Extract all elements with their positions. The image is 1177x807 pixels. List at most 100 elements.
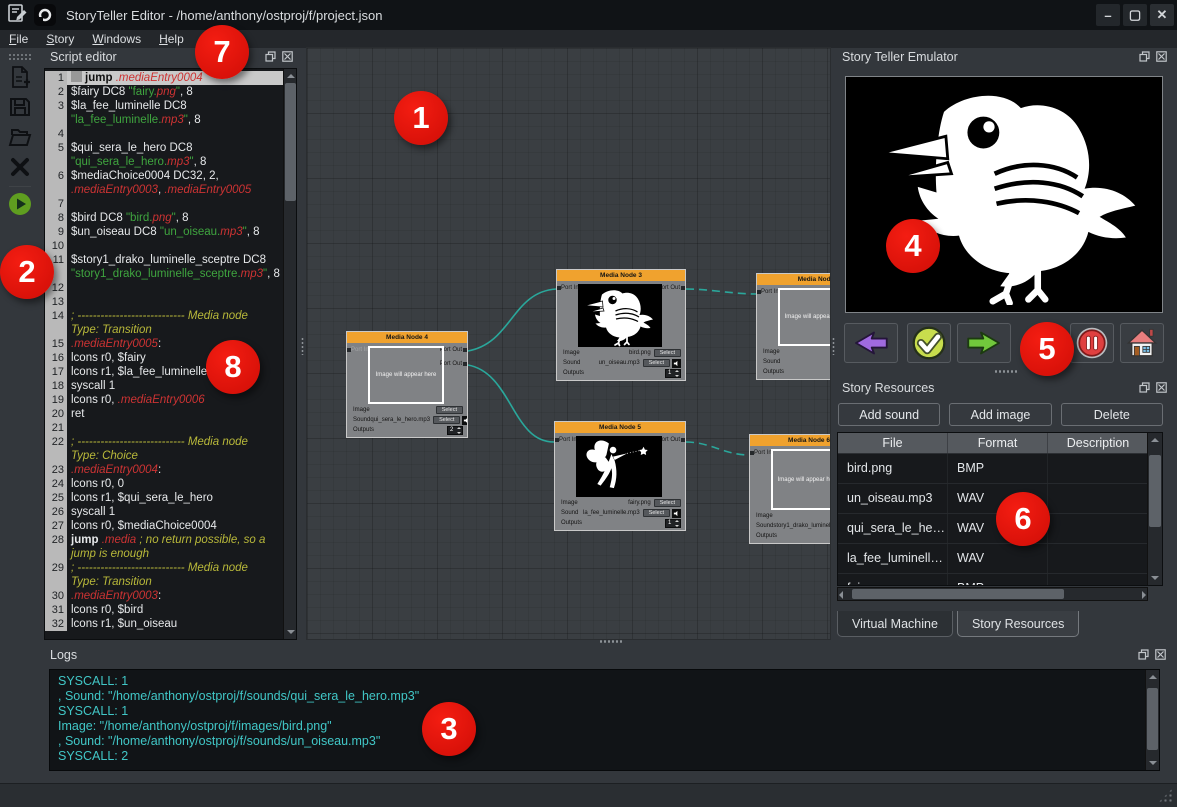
pause-button[interactable] <box>1070 323 1114 363</box>
scroll-thumb[interactable] <box>285 83 296 201</box>
save-icon[interactable] <box>7 94 33 120</box>
scroll-up-icon[interactable] <box>285 70 296 82</box>
code-line[interactable]: 8$bird DC8 "bird.png", 8 <box>45 211 283 225</box>
select-button[interactable]: Select <box>643 509 670 517</box>
media-node[interactable]: Media NodePort InPort OutImage will appe… <box>756 273 831 380</box>
code-line[interactable]: 7 <box>45 197 283 211</box>
code-line[interactable]: 22; ---------------------------- Media n… <box>45 435 283 463</box>
column-header-format[interactable]: Format <box>948 433 1048 453</box>
float-panel-icon[interactable] <box>1138 50 1151 63</box>
splitter-handle[interactable] <box>300 337 305 355</box>
media-node[interactable]: Media Node 4Port InPort OutPort OutImage… <box>346 331 468 438</box>
code-line[interactable]: 4 <box>45 127 283 141</box>
scroll-thumb[interactable] <box>852 589 1064 599</box>
port-in-dot[interactable] <box>750 451 754 455</box>
scroll-up-icon[interactable] <box>1149 434 1160 446</box>
scroll-down-icon[interactable] <box>285 626 296 638</box>
code-line[interactable]: 3$la_fee_luminelle DC8 "la_fee_luminelle… <box>45 99 283 127</box>
select-button[interactable]: Select <box>654 499 681 507</box>
code-line[interactable]: 14; ---------------------------- Media n… <box>45 309 283 337</box>
scroll-thumb[interactable] <box>1149 455 1161 527</box>
add-sound-button[interactable]: Add sound <box>838 403 940 426</box>
select-button[interactable]: Select <box>643 359 670 367</box>
code-line[interactable]: 5$qui_sera_le_hero DC8 "qui_sera_le_hero… <box>45 141 283 169</box>
code-line[interactable]: 20ret <box>45 407 283 421</box>
table-row[interactable]: la_fee_luminelle.mp3WAV <box>838 544 1162 574</box>
forward-button[interactable] <box>957 323 1011 363</box>
code-line[interactable]: 21 <box>45 421 283 435</box>
menu-item-help[interactable]: Help <box>150 31 193 47</box>
table-horizontal-scrollbar[interactable] <box>837 587 1148 601</box>
code-line[interactable]: 31lcons r0, $bird <box>45 603 283 617</box>
back-button[interactable] <box>844 323 898 363</box>
minimize-button[interactable]: – <box>1096 4 1120 26</box>
node-title[interactable]: Media Node 6 <box>750 435 831 446</box>
code-line[interactable]: 26syscall 1 <box>45 505 283 519</box>
select-button[interactable]: Select <box>433 416 460 424</box>
add-image-button[interactable]: Add image <box>949 403 1051 426</box>
home-button[interactable] <box>1120 323 1164 363</box>
select-button[interactable]: Select <box>436 406 463 414</box>
close-panel-icon[interactable] <box>1154 648 1167 661</box>
tab-virtual-machine[interactable]: Virtual Machine <box>837 611 953 637</box>
run-icon[interactable] <box>7 191 33 217</box>
port-out-dot[interactable] <box>681 438 685 442</box>
port-out-dot[interactable] <box>463 348 467 352</box>
code-line[interactable]: 29; ---------------------------- Media n… <box>45 561 283 589</box>
media-node[interactable]: Media Node 6Port InPort OutImage will ap… <box>749 434 831 544</box>
code-scrollbar[interactable] <box>283 69 296 639</box>
table-row[interactable]: fairy.pngBMP <box>838 574 1162 586</box>
table-scrollbar[interactable] <box>1147 433 1162 585</box>
port-in[interactable]: Port In <box>351 347 369 353</box>
scroll-thumb[interactable] <box>1147 688 1158 750</box>
scroll-down-icon[interactable] <box>1147 757 1158 769</box>
speaker-icon[interactable] <box>462 416 468 425</box>
float-panel-icon[interactable] <box>1137 648 1150 661</box>
outputs-spinner[interactable]: 1 <box>665 369 681 378</box>
node-title[interactable]: Media Node 3 <box>557 270 685 281</box>
media-node[interactable]: Media Node 5Port InPort OutImagefairy.pn… <box>554 421 686 531</box>
outputs-spinner[interactable]: 1 <box>665 519 681 528</box>
scroll-left-icon[interactable] <box>838 588 850 600</box>
close-button[interactable]: ✕ <box>1150 4 1174 26</box>
splitter-handle[interactable] <box>599 639 623 644</box>
node-graph-canvas[interactable]: Media Node 4Port InPort OutPort OutImage… <box>306 47 831 640</box>
port-in-dot[interactable] <box>555 438 559 442</box>
float-panel-icon[interactable] <box>264 50 277 63</box>
menu-item-windows[interactable]: Windows <box>83 31 150 47</box>
port-out-dot[interactable] <box>681 286 685 290</box>
column-header-file[interactable]: File <box>838 433 948 453</box>
close-project-icon[interactable] <box>7 154 33 180</box>
scroll-right-icon[interactable] <box>1135 588 1147 600</box>
speaker-icon[interactable] <box>672 359 681 368</box>
code-line[interactable]: 28jump .media ; no return possible, so a… <box>45 533 283 561</box>
port-in-dot[interactable] <box>347 348 351 352</box>
code-line[interactable]: 32lcons r1, $un_oiseau <box>45 617 283 631</box>
close-panel-icon[interactable] <box>281 50 294 63</box>
code-line[interactable]: 2$fairy DC8 "fairy.png", 8 <box>45 85 283 99</box>
code-line[interactable]: 13 <box>45 295 283 309</box>
maximize-button[interactable]: ▢ <box>1123 4 1147 26</box>
code-line[interactable]: 10 <box>45 239 283 253</box>
menu-item-story[interactable]: Story <box>37 31 83 47</box>
port-in[interactable]: Port In <box>559 437 577 443</box>
delete-button[interactable]: Delete <box>1061 403 1163 426</box>
splitter-handle[interactable] <box>994 369 1018 374</box>
scroll-down-icon[interactable] <box>1149 572 1160 584</box>
log-scrollbar[interactable] <box>1145 670 1159 770</box>
code-line[interactable]: 30.mediaEntry0003: <box>45 589 283 603</box>
node-title[interactable]: Media Node 5 <box>555 422 685 433</box>
speaker-icon[interactable] <box>672 509 681 518</box>
ok-button[interactable] <box>907 323 951 363</box>
close-panel-icon[interactable] <box>1155 50 1168 63</box>
column-header-description[interactable]: Description <box>1048 433 1149 453</box>
code-line[interactable]: 24lcons r0, 0 <box>45 477 283 491</box>
port-in[interactable]: Port In <box>761 289 779 295</box>
table-row[interactable]: bird.pngBMP <box>838 454 1162 484</box>
port-in-dot[interactable] <box>757 290 761 294</box>
node-title[interactable]: Media Node 4 <box>347 332 467 343</box>
port-in[interactable]: Port In <box>754 450 772 456</box>
new-file-icon[interactable] <box>7 64 33 90</box>
outputs-spinner[interactable]: 2 <box>447 426 463 435</box>
code-line[interactable]: 19lcons r0, .mediaEntry0006 <box>45 393 283 407</box>
